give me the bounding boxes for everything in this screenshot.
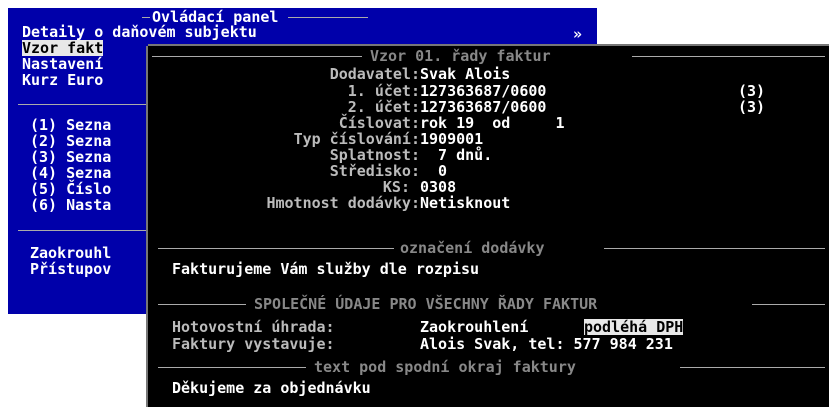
menu-item-access[interactable]: Přístupov <box>30 261 111 277</box>
ks-label: KS: <box>382 178 410 196</box>
menu-item-taxpayer-details[interactable]: Detaily o daňovém subjektu <box>22 24 257 40</box>
numbering-value[interactable]: rok 19 od 1 <box>420 115 565 131</box>
account1-label: 1. účet: <box>347 82 420 100</box>
cash-payment-value[interactable]: Zaokrouhlení <box>420 319 528 335</box>
frame-line <box>158 248 394 249</box>
menu-item-list-4[interactable]: (4) Sezna <box>30 165 111 181</box>
separator <box>18 230 148 231</box>
footer-section-title: text pod spodní okraj faktury <box>314 358 576 376</box>
frame-line <box>152 56 362 57</box>
frame-line <box>158 367 306 368</box>
supplier-value[interactable]: Svak Alois <box>420 66 510 82</box>
menu-item-invoice-template[interactable]: Vzor fakt <box>22 40 104 56</box>
cash-payment-label: Hotovostní úhrada: <box>172 318 335 336</box>
invoice-template-title: Vzor 01. řady faktur <box>370 47 551 65</box>
ks-value[interactable]: 0308 <box>420 179 456 195</box>
cash-payment-selected[interactable]: podléhá DPH <box>584 319 684 335</box>
numbering-label: Číslovat: <box>338 114 420 132</box>
account1-value[interactable]: 127363687/0600 <box>420 83 546 99</box>
account1-code: (3) <box>738 82 766 100</box>
menu-item-list-3[interactable]: (3) Sezna <box>30 149 111 165</box>
menu-item-settings-6[interactable]: (6) Nasta <box>30 197 111 213</box>
frame-line <box>158 304 246 305</box>
separator <box>18 104 148 105</box>
invoice-template-window: Vzor 01. řady faktur Dodavatel: Svak Alo… <box>148 46 829 407</box>
frame-line <box>680 367 825 368</box>
frame-line <box>142 17 150 18</box>
frame-line <box>288 17 368 18</box>
menu-item-rounding[interactable]: Zaokrouhl <box>30 245 111 261</box>
common-section-title: SPOLEČNÉ ÚDAJE PRO VŠECHNY ŘADY FAKTUR <box>254 295 598 313</box>
account2-value[interactable]: 127363687/0600 <box>420 99 546 115</box>
issuer-value[interactable]: Alois Svak, tel: 577 984 231 <box>420 336 673 352</box>
frame-line <box>604 248 825 249</box>
due-label: Splatnost: <box>329 146 420 164</box>
menu-item-euro-rate[interactable]: Kurz Euro <box>22 72 103 88</box>
more-arrow-icon[interactable]: » <box>573 26 582 42</box>
cost-center-label: Středisko: <box>329 162 420 180</box>
frame-line <box>632 56 825 57</box>
footer-text[interactable]: Děkujeme za objednávku <box>172 380 371 396</box>
weight-value[interactable]: Netisknout <box>420 195 510 211</box>
account2-code: (3) <box>738 98 766 116</box>
supplier-label: Dodavatel: <box>329 65 420 83</box>
delivery-section-title: označení dodávky <box>400 239 545 257</box>
numbering-type-label: Typ číslování: <box>293 130 420 148</box>
delivery-text[interactable]: Fakturujeme Vám služby dle rozpisu <box>172 261 479 277</box>
menu-item-list-1[interactable]: (1) Sezna <box>30 117 111 133</box>
frame-line <box>752 304 825 305</box>
numbering-type-value[interactable]: 1909001 <box>420 131 483 147</box>
due-value[interactable]: 7 dnů. <box>420 147 492 163</box>
account2-label: 2. účet: <box>347 98 420 116</box>
menu-item-number-5[interactable]: (5) Číslo <box>30 181 111 197</box>
issuer-label: Faktury vystavuje: <box>172 335 335 353</box>
menu-item-settings[interactable]: Nastavení <box>22 56 103 72</box>
weight-label: Hmotnost dodávky: <box>266 194 420 212</box>
cost-center-value[interactable]: 0 <box>420 163 447 179</box>
menu-item-list-2[interactable]: (2) Sezna <box>30 133 111 149</box>
